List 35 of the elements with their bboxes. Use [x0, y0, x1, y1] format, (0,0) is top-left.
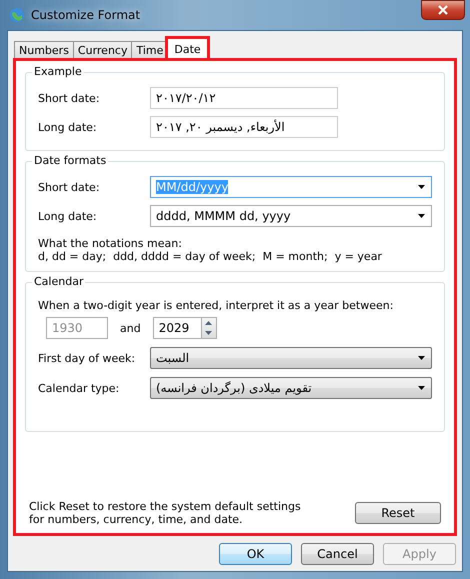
window-title: Customize Format	[31, 8, 140, 22]
close-button[interactable]	[421, 0, 465, 20]
dropdown[interactable]: تقويم ميلادی (برگردان فرانسه)	[150, 377, 432, 399]
format-combo-box[interactable]: dddd, MMMM dd, yyyy	[150, 205, 432, 227]
notation-text: d, dd = day; ddd, dddd = day of week; M = month; y = year	[38, 250, 383, 263]
group-title: Date formats	[32, 154, 108, 167]
tab[interactable]: Numbers	[14, 41, 74, 59]
group-title: Example	[32, 65, 84, 78]
dropdown-arrow-icon	[418, 214, 425, 218]
example-field: الأربعاء, ديسمبر ٢٠, ٢٠١٧	[150, 116, 338, 138]
field-label: First day of week:	[38, 352, 136, 364]
year-range-text: When a two-digit year is entered, interpret it as a year between:	[38, 299, 394, 312]
tab[interactable]: Date	[167, 38, 208, 59]
dialog-button[interactable]: OK	[219, 543, 292, 565]
tab[interactable]: Currency	[72, 41, 132, 59]
dialog-button[interactable]: Cancel	[301, 543, 374, 565]
dropdown-arrow-icon	[418, 386, 425, 390]
group-title: Calendar	[32, 275, 86, 288]
field-label: Long date:	[38, 120, 98, 134]
example-field: ٢٠١٧/٢٠/١٢	[150, 87, 338, 109]
year-field[interactable]: 2029	[152, 317, 201, 339]
field-label: Long date:	[38, 210, 98, 222]
dropdown[interactable]: السبت	[150, 347, 432, 369]
field-label: Calendar type:	[38, 382, 120, 394]
reset-button[interactable]: Reset	[355, 502, 441, 524]
notation-text: What the notations mean:	[38, 237, 183, 250]
close-icon	[438, 5, 448, 15]
and-label: and	[120, 322, 141, 334]
spin-buttons[interactable]	[200, 317, 217, 339]
reset-description: Click Reset to restore the system default settings for numbers, currency, time, and date.	[29, 500, 302, 526]
dropdown-arrow-icon	[418, 185, 425, 189]
field-label: Short date:	[38, 92, 101, 104]
field-label: Short date:	[38, 180, 101, 194]
dropdown-arrow-icon	[418, 356, 425, 360]
globe-icon	[9, 7, 25, 23]
